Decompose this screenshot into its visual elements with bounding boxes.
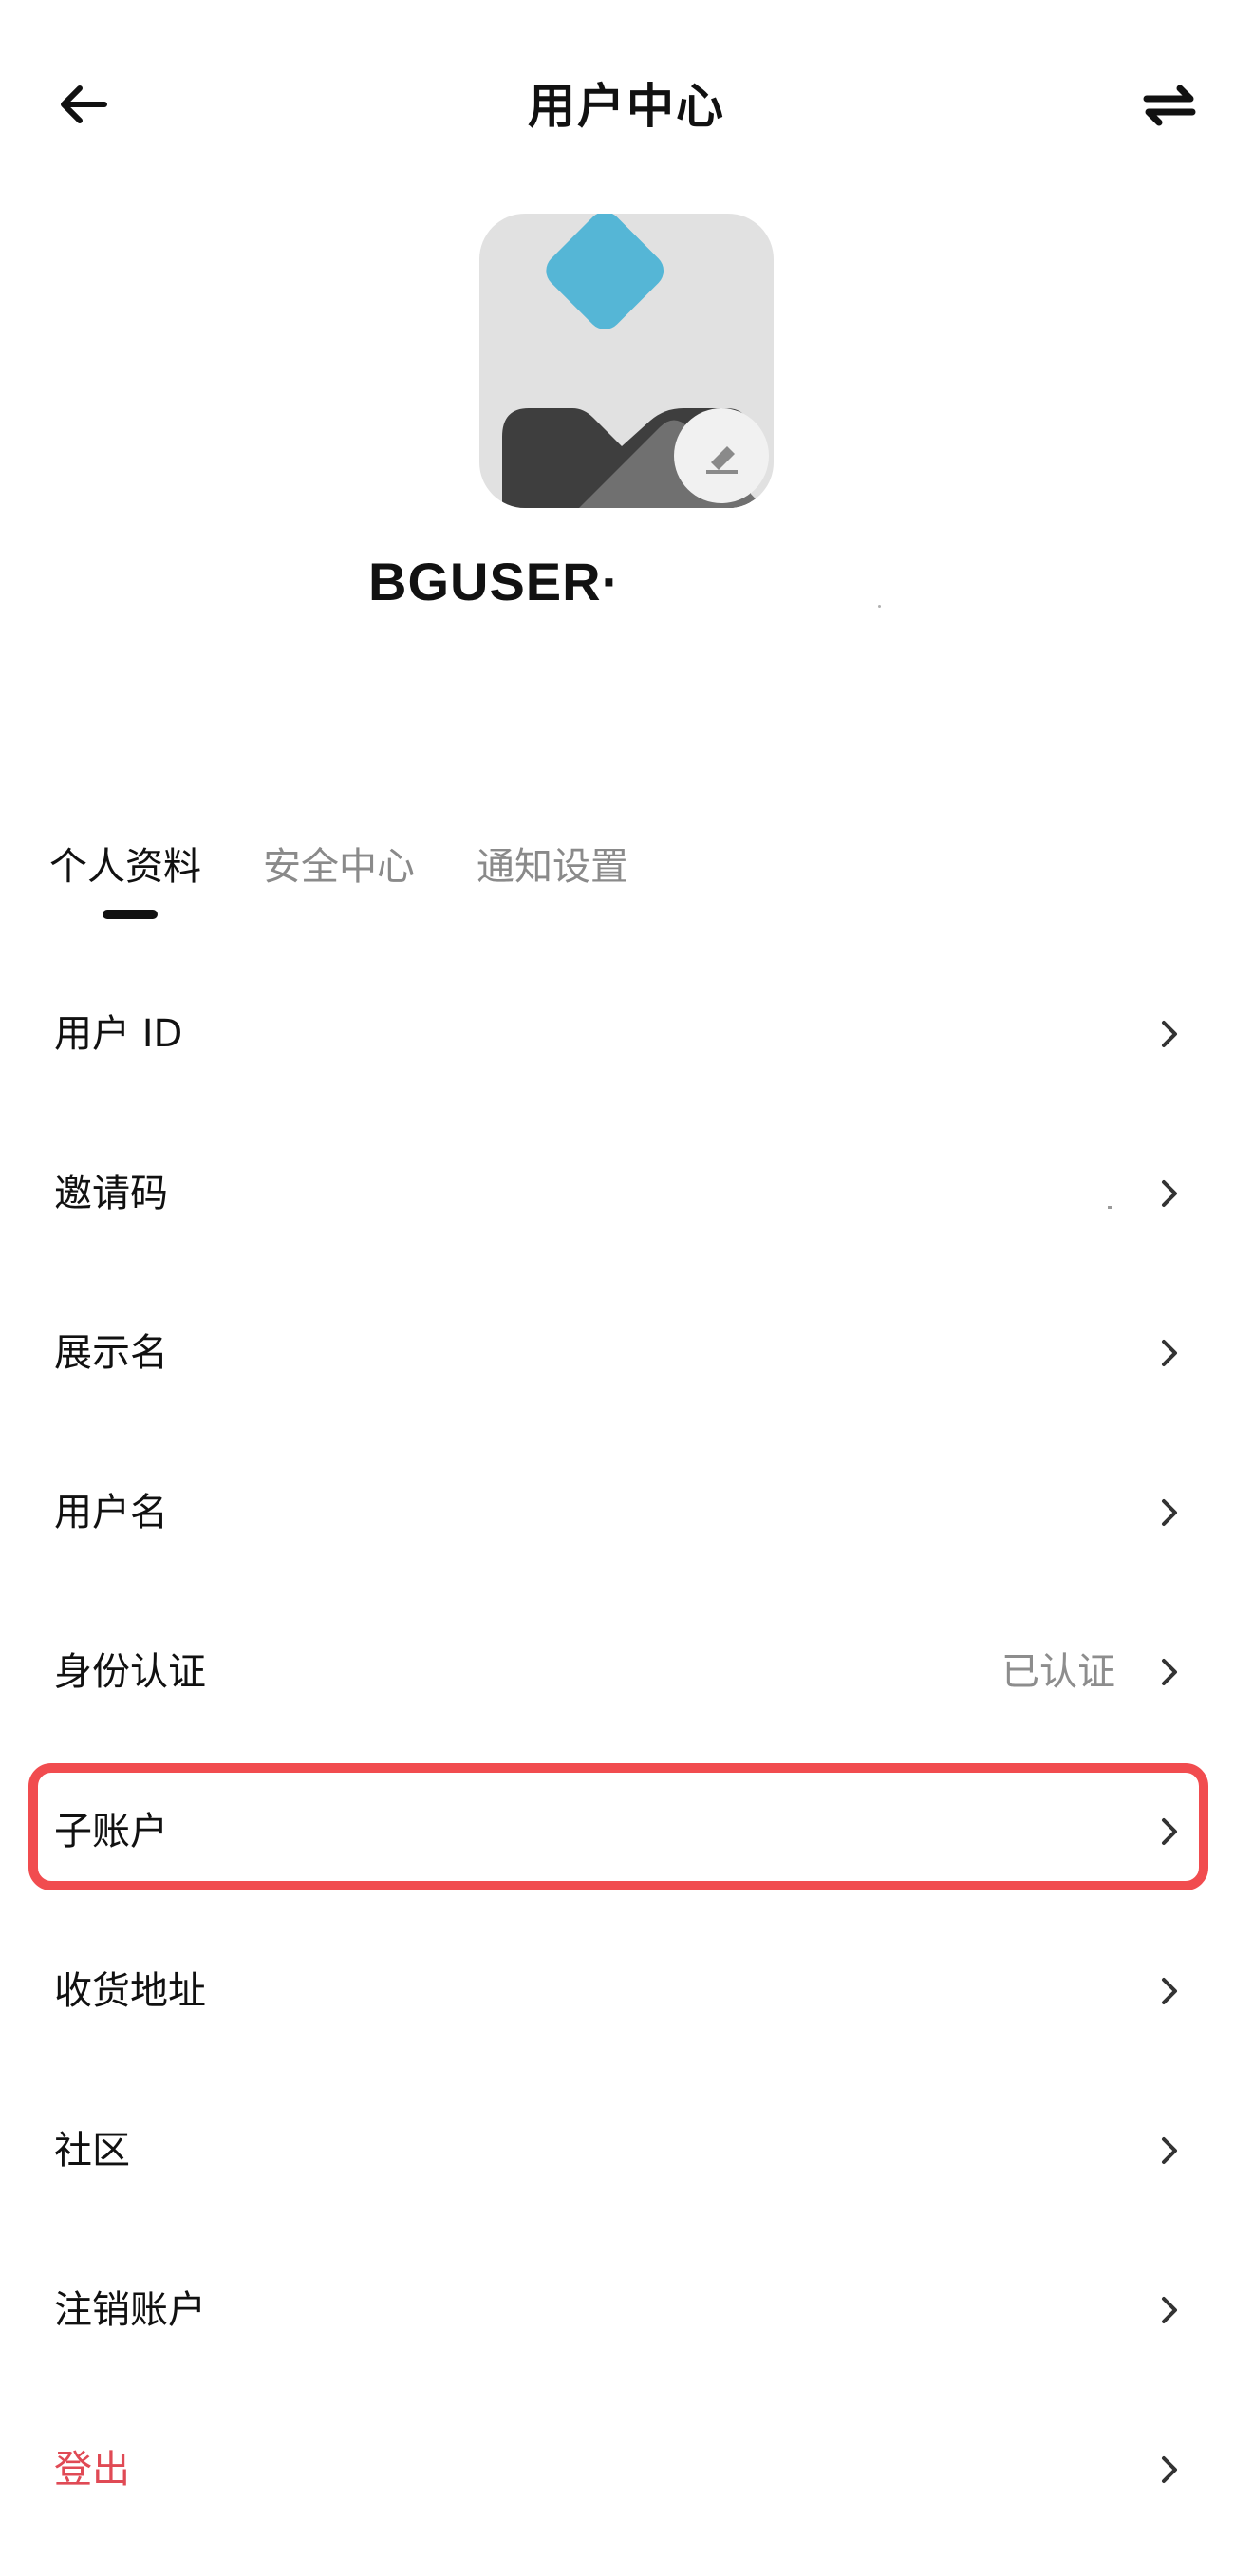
row-label: 展示名 (54, 1331, 168, 1375)
row-label: 用户 ID (54, 1012, 183, 1056)
verification-status: 已认证 (1001, 1650, 1115, 1694)
masked-text-mark (1108, 1206, 1112, 1209)
row-label: 收货地址 (54, 1969, 206, 2013)
chevron-right-icon (1162, 1978, 1177, 2004)
row-community[interactable]: 社区 (0, 2071, 1253, 2230)
chevron-right-icon (1162, 1818, 1177, 1845)
row-label: 子账户 (54, 1810, 168, 1853)
pencil-eraser-icon (706, 446, 738, 474)
row-invite-code[interactable]: 邀请码 (0, 1114, 1253, 1273)
edit-avatar-button[interactable] (674, 408, 769, 503)
masked-text-mark (878, 605, 881, 608)
row-label: 用户名 (54, 1491, 168, 1534)
chevron-right-icon (1162, 1340, 1177, 1366)
chevron-right-icon (1162, 2137, 1177, 2164)
row-label: 身份认证 (54, 1650, 206, 1694)
tab-security[interactable]: 安全中心 (263, 836, 415, 891)
row-shipping-address[interactable]: 收货地址 (0, 1911, 1253, 2071)
username: BGUSER· (368, 552, 621, 611)
active-tab-indicator (103, 910, 158, 919)
chevron-right-icon (1162, 2297, 1177, 2323)
chevron-right-icon (1162, 2456, 1177, 2483)
tab-notifications[interactable]: 通知设置 (477, 836, 628, 891)
chevron-right-icon (1162, 1021, 1177, 1047)
row-delete-account[interactable]: 注销账户 (0, 2230, 1253, 2390)
page-title: 用户中心 (528, 79, 725, 134)
chevron-right-icon (1162, 1499, 1177, 1526)
row-logout[interactable]: 登出 (0, 2390, 1253, 2549)
swap-arrows-icon[interactable] (1139, 74, 1200, 135)
profile-list: 用户 ID 邀请码 展示名 用户名 身份认证 已认证 子账户 收货地址 社区 注… (0, 954, 1253, 2549)
chevron-right-icon (1162, 1180, 1177, 1207)
row-label: 邀请码 (54, 1172, 168, 1215)
tab-profile[interactable]: 个人资料 (49, 836, 201, 891)
row-username[interactable]: 用户名 (0, 1433, 1253, 1592)
chevron-right-icon (1162, 1659, 1177, 1685)
tab-bar: 个人资料 安全中心 通知设置 (0, 826, 1253, 940)
row-identity-verification[interactable]: 身份认证 已认证 (0, 1592, 1253, 1752)
row-sub-account[interactable]: 子账户 (0, 1752, 1253, 1911)
row-label: 注销账户 (54, 2288, 206, 2332)
row-user-id[interactable]: 用户 ID (0, 954, 1253, 1114)
row-label: 社区 (54, 2129, 130, 2172)
row-display-name[interactable]: 展示名 (0, 1273, 1253, 1433)
header-bar: 用户中心 (0, 0, 1253, 204)
row-label: 登出 (54, 2448, 130, 2491)
